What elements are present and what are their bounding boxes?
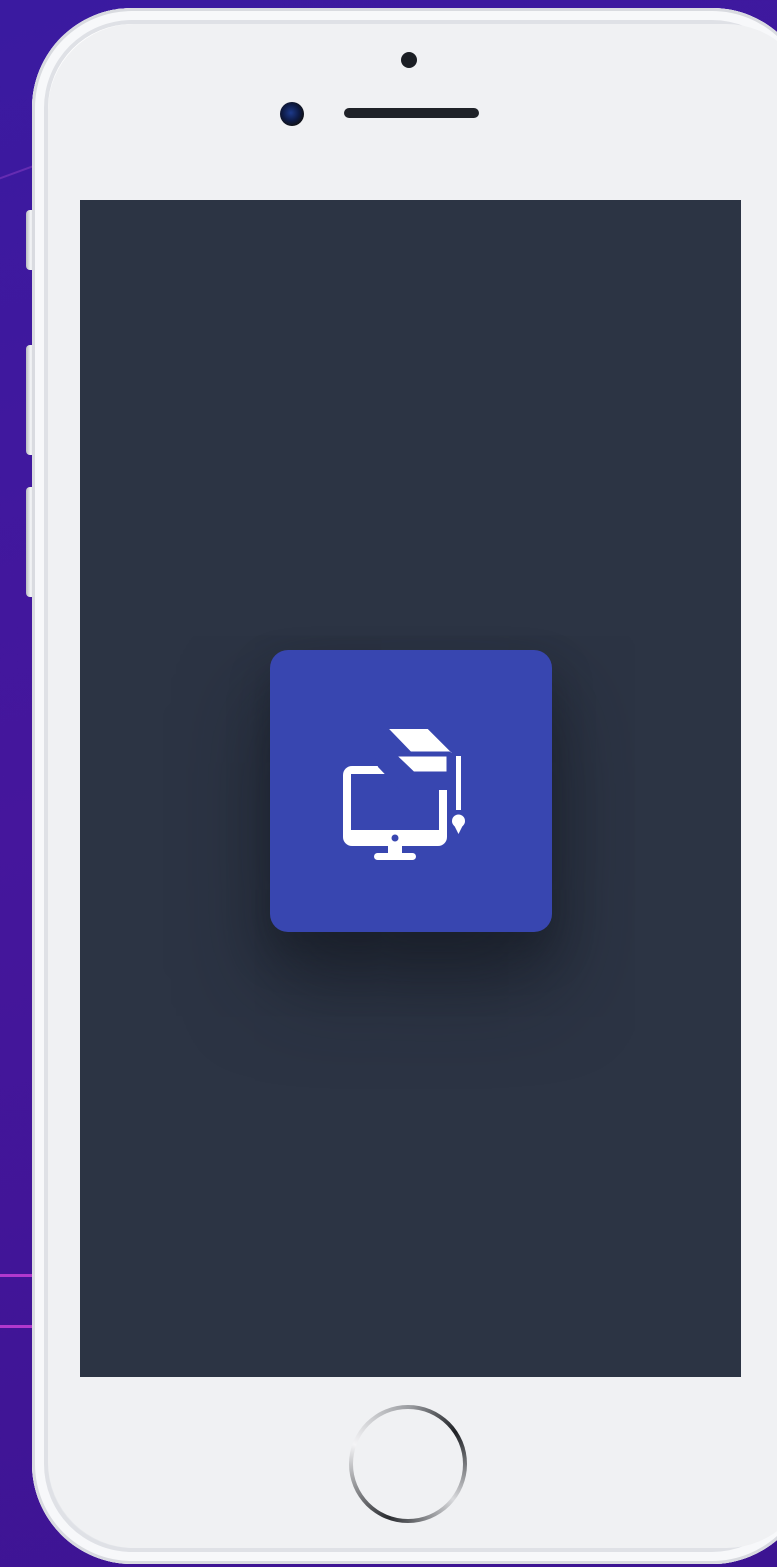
front-camera: [401, 52, 417, 68]
monitor-graduation-cap-icon: [343, 723, 467, 860]
phone-screen: [80, 200, 741, 1377]
home-button[interactable]: [349, 1405, 467, 1523]
earpiece-speaker: [344, 108, 479, 118]
app-icon-tile[interactable]: [270, 650, 552, 932]
proximity-sensor: [280, 102, 304, 126]
